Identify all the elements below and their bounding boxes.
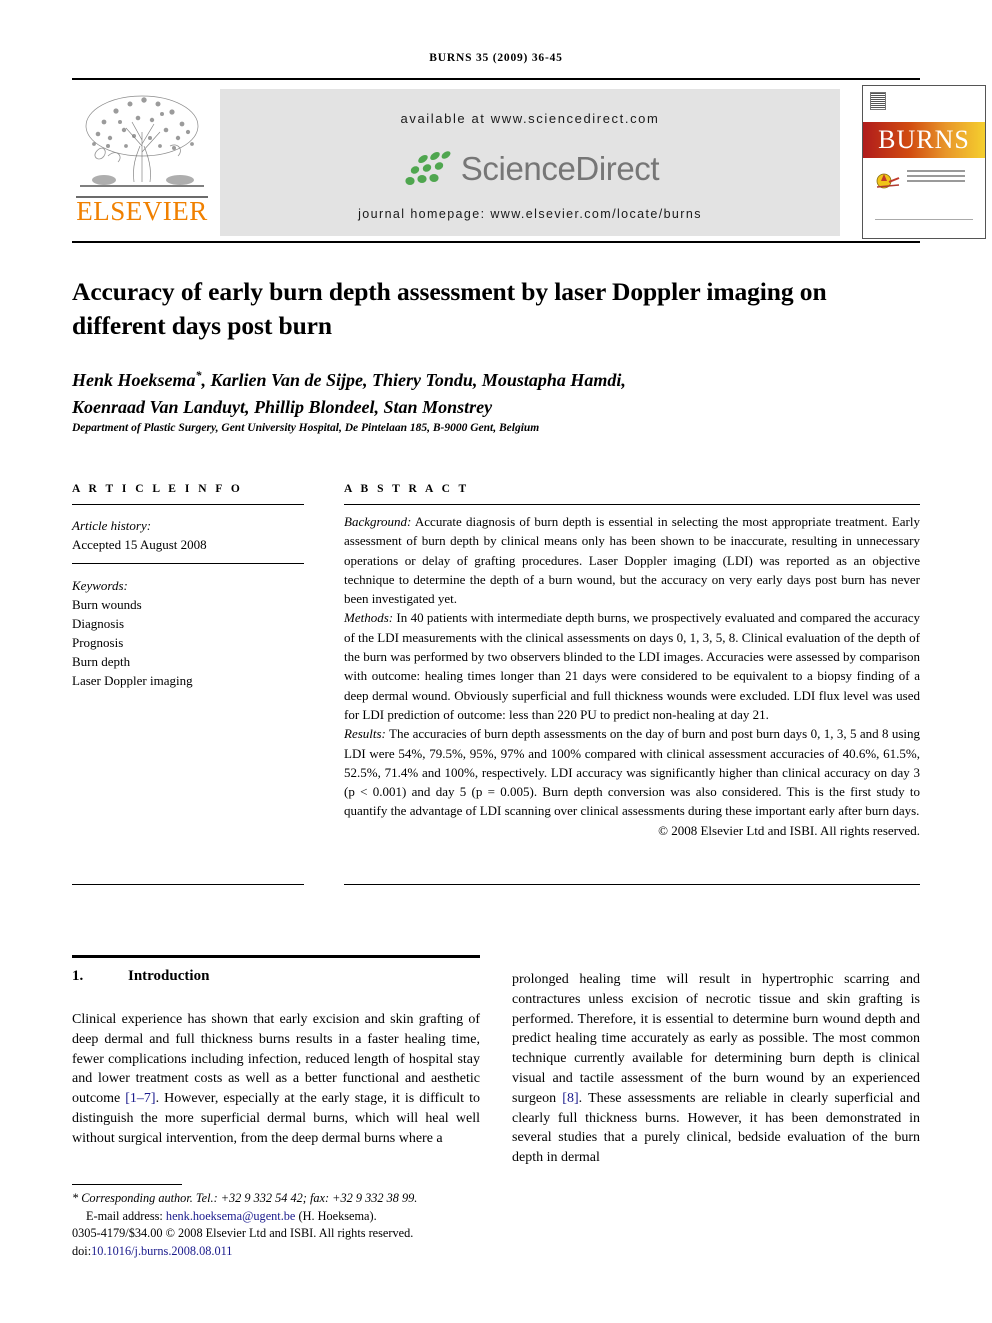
author-line-2: Koenraad Van Landuyt, Phillip Blondeel, … <box>72 397 493 417</box>
footnote-corresponding: * Corresponding author. Tel.: +32 9 332 … <box>72 1190 502 1208</box>
article-history: Article history: Accepted 15 August 2008 <box>72 516 304 554</box>
journal-homepage-text: journal homepage: www.elsevier.com/locat… <box>358 207 702 221</box>
article-info-rule-top <box>72 504 304 505</box>
keyword-item: Prognosis <box>72 635 124 650</box>
citation-link-1-7[interactable]: [1–7] <box>125 1091 155 1106</box>
footnote-doi-line: doi:10.1016/j.burns.2008.08.011 <box>72 1243 502 1261</box>
citation-link-8[interactable]: [8] <box>562 1091 578 1106</box>
sciencedirect-banner: available at www.sciencedirect.com Scien… <box>220 89 840 236</box>
abstract-rule-top <box>344 504 920 505</box>
author-line-1-rest: , Karlien Van de Sijpe, Thiery Tondu, Mo… <box>201 370 626 390</box>
sciencedirect-logo: ScienceDirect <box>220 141 840 197</box>
doi-label: doi: <box>72 1243 92 1258</box>
keyword-item: Burn depth <box>72 654 131 669</box>
cover-journal-title: BURNS <box>878 125 970 154</box>
section-rule <box>72 955 480 958</box>
article-info-heading: A R T I C L E I N F O <box>72 483 243 495</box>
journal-cover-thumbnail: BURNS <box>862 85 986 239</box>
abstract-results-label: Results: <box>344 726 386 742</box>
elsevier-logo: ELSEVIER <box>72 86 212 241</box>
section-title-introduction: Introduction <box>128 968 210 984</box>
cover-subtitle-lines <box>907 170 965 185</box>
isbi-society-icon <box>876 173 900 189</box>
footnote-email-owner: (H. Hoeksema). <box>298 1208 377 1223</box>
keywords-label: Keywords: <box>72 578 128 593</box>
paper-page: BURNS 35 (2009) 36-45 ELSEVIER available… <box>0 0 992 1323</box>
running-head: BURNS 35 (2009) 36-45 <box>429 52 563 64</box>
intro-right-text-1: prolonged healing time will result in hy… <box>512 972 920 1106</box>
cover-rule <box>875 219 973 220</box>
author-list: Henk Hoeksema*, Karlien Van de Sijpe, Th… <box>72 362 902 421</box>
page-title: Accuracy of early burn depth assessment … <box>72 277 827 341</box>
elsevier-wordmark: ELSEVIER <box>76 196 208 226</box>
footnote-issn-line: 0305-4179/$34.00 © 2008 Elsevier Ltd and… <box>72 1226 414 1240</box>
section-number: 1. <box>72 968 84 984</box>
footnote-rule <box>72 1184 182 1185</box>
sciencedirect-leaves-icon <box>405 151 451 185</box>
abstract-body: Background: Accurate diagnosis of burn d… <box>344 512 920 840</box>
article-info-rule-middle <box>72 563 304 564</box>
footnote-email-label: E-mail address: <box>86 1208 163 1223</box>
available-at-text: available at www.sciencedirect.com <box>400 111 660 126</box>
abstract-methods-text: In 40 patients with intermediate depth b… <box>344 610 920 722</box>
keyword-item: Laser Doppler imaging <box>72 673 193 688</box>
header-rule <box>72 78 920 80</box>
author-line-1: Henk Hoeksema <box>72 370 196 390</box>
elsevier-tree-icon <box>74 86 210 198</box>
introduction-right-column: prolonged healing time will result in hy… <box>512 970 920 1168</box>
abstract-rule-bottom <box>344 884 920 885</box>
keyword-item: Diagnosis <box>72 616 124 631</box>
journal-masthead: ELSEVIER available at www.sciencedirect.… <box>72 84 986 241</box>
abstract-background-text: Accurate diagnosis of burn depth is esse… <box>344 514 920 607</box>
article-info-section: A R T I C L E I N F O <box>72 483 304 495</box>
abstract-results: Results: The accuracies of burn depth as… <box>344 724 920 820</box>
doi-link[interactable]: 10.1016/j.burns.2008.08.011 <box>91 1244 232 1258</box>
abstract-heading: A B S T R A C T <box>344 483 470 495</box>
affiliation: Department of Plastic Surgery, Gent Univ… <box>72 422 540 434</box>
masthead-bottom-rule <box>72 241 920 243</box>
abstract-background: Background: Accurate diagnosis of burn d… <box>344 512 920 608</box>
abstract-copyright: © 2008 Elsevier Ltd and ISBI. All rights… <box>658 822 920 838</box>
sciencedirect-wordmark: ScienceDirect <box>460 150 660 187</box>
abstract-results-text: The accuracies of burn depth assessments… <box>344 726 920 819</box>
keywords-block: Keywords: Burn wounds Diagnosis Prognosi… <box>72 576 304 690</box>
abstract-background-label: Background: <box>344 514 412 529</box>
email-link[interactable]: henk.hoeksema@ugent.be <box>166 1209 295 1223</box>
introduction-left-column: Clinical experience has shown that early… <box>72 1010 480 1149</box>
abstract-section: A B S T R A C T <box>344 483 920 495</box>
footnote-corresponding-text: Corresponding author. Tel.: +32 9 332 54… <box>81 1191 418 1205</box>
cover-corner-icon <box>870 92 886 110</box>
article-info-rule-bottom <box>72 884 304 885</box>
cover-title-band: BURNS <box>863 122 985 158</box>
footnote-marker: * <box>72 1191 79 1205</box>
footnote-email-line: E-mail address: henk.hoeksema@ugent.be (… <box>72 1208 502 1226</box>
footnote-block: * Corresponding author. Tel.: +32 9 332 … <box>72 1190 502 1260</box>
keyword-item: Burn wounds <box>72 597 142 612</box>
abstract-methods-label: Methods: <box>344 610 394 626</box>
article-history-value: Accepted 15 August 2008 <box>72 537 207 552</box>
article-history-label: Article history: <box>72 518 152 533</box>
abstract-methods: Methods: In 40 patients with intermediat… <box>344 608 920 724</box>
